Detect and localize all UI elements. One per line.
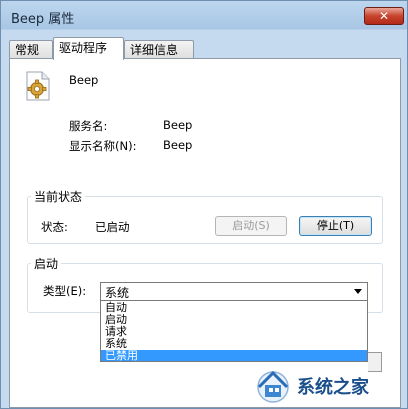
startup-type-label: 类型(E): (43, 284, 87, 298)
current-status-title: 当前状态 (31, 188, 86, 205)
startup-title: 启动 (31, 255, 62, 272)
startup-type-select[interactable]: 系统 (100, 282, 368, 301)
service-name-label: 服务名: (69, 119, 108, 133)
status-value: 已启动 (95, 220, 130, 234)
properties-window: Beep 属性 ✕ 常规 驱动程序 详细信息 Beep 服务名: Beep 显示… (0, 0, 408, 409)
option-auto[interactable]: 自动 (105, 302, 127, 313)
house-logo-icon (257, 370, 289, 403)
close-button[interactable]: ✕ (364, 7, 404, 25)
window-title: Beep 属性 (11, 12, 75, 27)
option-demand[interactable]: 请求 (105, 326, 127, 337)
start-button[interactable]: 启动(S) (215, 216, 287, 236)
gear-icon (26, 71, 50, 101)
watermark: 系统之家 (235, 359, 408, 409)
watermark-text: 系统之家 (297, 377, 369, 398)
service-name-value: Beep (163, 118, 193, 132)
startup-type-value: 系统 (105, 286, 130, 300)
status-label: 状态: (41, 220, 68, 234)
stop-button[interactable]: 停止(T) (299, 216, 372, 236)
title-bar[interactable]: Beep 属性 ✕ (1, 1, 407, 31)
startup-type-dropdown: 自动 启动 请求 系统 已禁用 (100, 300, 368, 362)
service-name-heading: Beep (69, 73, 99, 87)
display-name-label: 显示名称(N): (69, 139, 137, 153)
display-name-value: Beep (163, 138, 193, 152)
option-system[interactable]: 系统 (105, 338, 127, 349)
option-boot[interactable]: 启动 (105, 314, 127, 325)
tab-general[interactable]: 常规 (9, 40, 53, 60)
tab-driver[interactable]: 驱动程序 (53, 37, 124, 60)
chevron-down-icon[interactable] (354, 289, 362, 294)
tab-details[interactable]: 详细信息 (124, 40, 194, 60)
